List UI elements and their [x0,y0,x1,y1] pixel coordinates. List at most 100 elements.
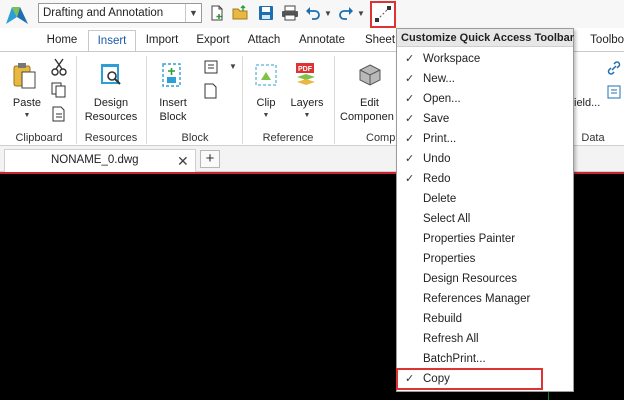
clip-button[interactable]: Clip ▼ [250,96,282,120]
tab-toolbox[interactable]: Toolbox [584,30,624,52]
group-divider [76,56,77,144]
menu-item-new[interactable]: ✓ New... [397,69,573,89]
menu-item-label: Open... [423,93,461,105]
menu-item-undo[interactable]: ✓ Undo [397,149,573,169]
menu-item-label: Copy [423,373,450,385]
redo-button[interactable] [337,4,355,22]
menu-item-list: ✓ Workspace ✓ New... ✓ Open... ✓ Save ✓ Print... ✓… [396,49,573,390]
clipboard-group-label: Clipboard [15,132,63,144]
tab-home[interactable]: Home [40,30,84,52]
menu-item-save[interactable]: ✓ Save [397,109,573,129]
clip-label: Clip [256,97,276,109]
group-divider [146,56,147,144]
new-file-button[interactable] [207,4,227,22]
field-button[interactable]: ield... [574,96,600,110]
customize-qat-menu: Customize Quick Access Toolbar ✓ Workspac… [396,28,574,392]
link-icon[interactable] [606,60,622,76]
edit-block-icon[interactable] [202,82,222,100]
chevron-down-icon: ▼ [262,112,270,119]
insert-block-button[interactable]: Insert Block [152,96,194,124]
menu-item-refresh-all[interactable]: Refresh All [397,329,573,349]
tab-import[interactable]: Import [140,30,184,52]
checkmark-icon: ✓ [405,73,415,85]
print-button[interactable] [280,4,300,22]
tab-export[interactable]: Export [190,30,236,52]
checkmark-icon: ✓ [405,133,415,145]
menu-item-label: Delete [423,193,457,205]
document-tab-label: NONAME_0.dwg [51,154,139,166]
edit-component-icon [359,64,381,86]
menu-item-rebuild[interactable]: Rebuild [397,309,573,329]
chevron-down-icon[interactable]: ▼ [229,62,237,71]
design-resources-label-2: Resources [84,111,138,123]
tab-attach[interactable]: Attach [242,30,286,52]
tab-insert[interactable]: Insert [88,30,136,52]
menu-item-open[interactable]: ✓ Open... [397,89,573,109]
clip-icon [255,64,277,86]
component-group-label: Comp [366,132,396,144]
new-tab-button[interactable]: + [200,150,220,168]
workspace-dropdown[interactable]: Drafting and Annotation ▼ [38,3,202,23]
save-button[interactable] [256,4,276,22]
checkmark-icon: ✓ [405,173,415,185]
copy-icon[interactable] [50,81,68,99]
design-resources-button[interactable]: Design Resources [82,96,140,124]
menu-item-properties[interactable]: Properties [397,249,573,269]
document-tab[interactable]: NONAME_0.dwg ✕ [4,149,196,172]
menu-item-label: Properties [423,253,476,265]
menu-item-print[interactable]: ✓ Print... [397,129,573,149]
pdf-layers-icon: PDF [296,63,315,85]
edit-component-label-2: Componen [340,111,394,123]
menu-item-redo[interactable]: ✓ Redo [397,169,573,189]
svg-text:PDF: PDF [298,66,313,73]
tab-annotate[interactable]: Annotate [294,30,350,52]
customize-toolbar-icon [375,6,391,22]
save-icon [259,6,273,20]
menu-item-label: Select All [423,213,471,225]
cut-icon[interactable] [50,58,68,76]
menu-item-design-resources[interactable]: Design Resources [397,269,573,289]
menu-item-label: Redo [423,173,451,185]
menu-item-properties-painter[interactable]: Properties Painter [397,229,573,249]
paste-button[interactable]: Paste ▼ [8,96,46,120]
customize-toolbar-button[interactable] [370,1,396,28]
menu-item-label: Properties Painter [423,233,516,245]
layers-label: Layers [290,97,324,109]
layers-button[interactable]: Layers ▼ [288,96,326,120]
open-button[interactable] [231,4,251,22]
app-logo-icon[interactable] [4,4,32,26]
chevron-down-icon: ▼ [23,112,31,119]
menu-item-label: Rebuild [423,313,462,325]
field-icon[interactable] [606,84,622,100]
group-divider [334,56,335,144]
menu-item-label: Print... [423,133,457,145]
checkmark-icon: ✓ [405,93,415,105]
print-icon [282,5,298,21]
menu-item-select-all[interactable]: Select All [397,209,573,229]
reference-group-label: Reference [262,132,314,144]
tab-sheet[interactable]: Sheet [360,30,400,52]
menu-item-copy[interactable]: ✓ Copy [396,368,543,390]
close-icon[interactable]: ✕ [177,153,189,170]
menu-item-references-manager[interactable]: References Manager [397,289,573,309]
undo-dropdown-icon[interactable]: ▼ [323,4,333,22]
menu-item-label: Design Resources [423,273,517,285]
insert-block-icon [162,63,181,87]
checkmark-icon: ✓ [405,113,415,125]
paste-special-icon[interactable] [50,105,68,123]
menu-item-workspace[interactable]: ✓ Workspace [397,49,573,69]
block-attribute-icon[interactable] [202,58,222,76]
redo-dropdown-icon[interactable]: ▼ [356,4,366,22]
checkmark-icon: ✓ [405,373,415,385]
menu-item-batchprint[interactable]: BatchPrint... [397,349,573,369]
data-group-label: Data [581,132,605,144]
insert-block-label-2: Block [159,111,187,123]
open-folder-icon [232,5,248,20]
edit-component-button[interactable]: Edit Componen [338,96,398,124]
menu-item-delete[interactable]: Delete [397,189,573,209]
group-divider [242,56,243,144]
undo-button[interactable] [304,4,322,22]
menu-item-label: Workspace [423,53,481,65]
block-group-label: Block [181,132,209,144]
chevron-down-icon[interactable]: ▼ [185,4,201,22]
